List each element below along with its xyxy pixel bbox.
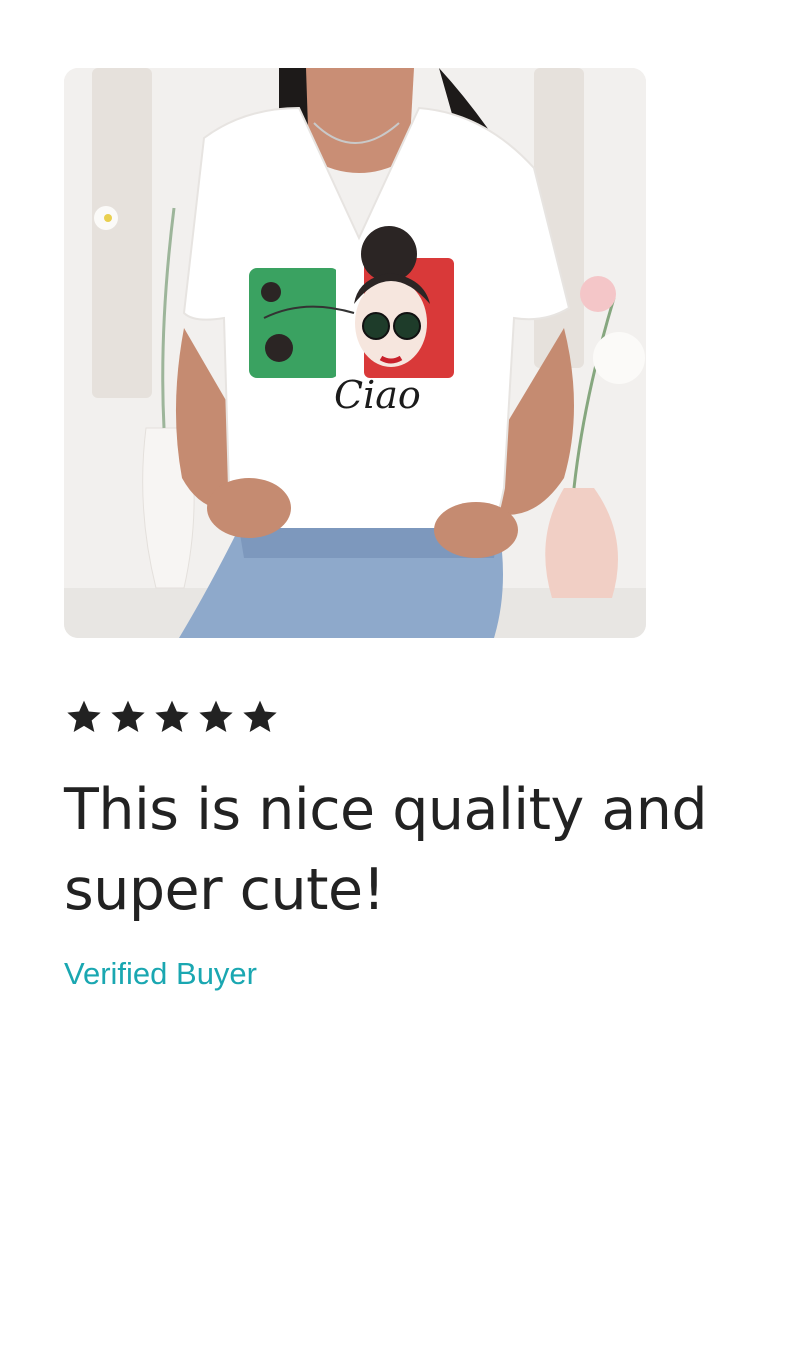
review-text: This is nice quality and super cute! <box>64 777 708 923</box>
product-photo-illustration: Ciao <box>64 68 646 638</box>
star-icon <box>243 700 277 732</box>
review-photo[interactable]: Ciao <box>64 68 646 638</box>
star-icon <box>199 700 233 732</box>
shirt-print-text: Ciao <box>334 373 421 417</box>
star-icon <box>67 700 101 732</box>
star-rating <box>64 697 280 739</box>
star-icon <box>155 700 189 732</box>
review-card: Ciao This is nice quality and super cute… <box>0 0 800 1352</box>
verified-buyer-label: Verified Buyer <box>64 956 257 991</box>
star-icon <box>111 700 145 732</box>
